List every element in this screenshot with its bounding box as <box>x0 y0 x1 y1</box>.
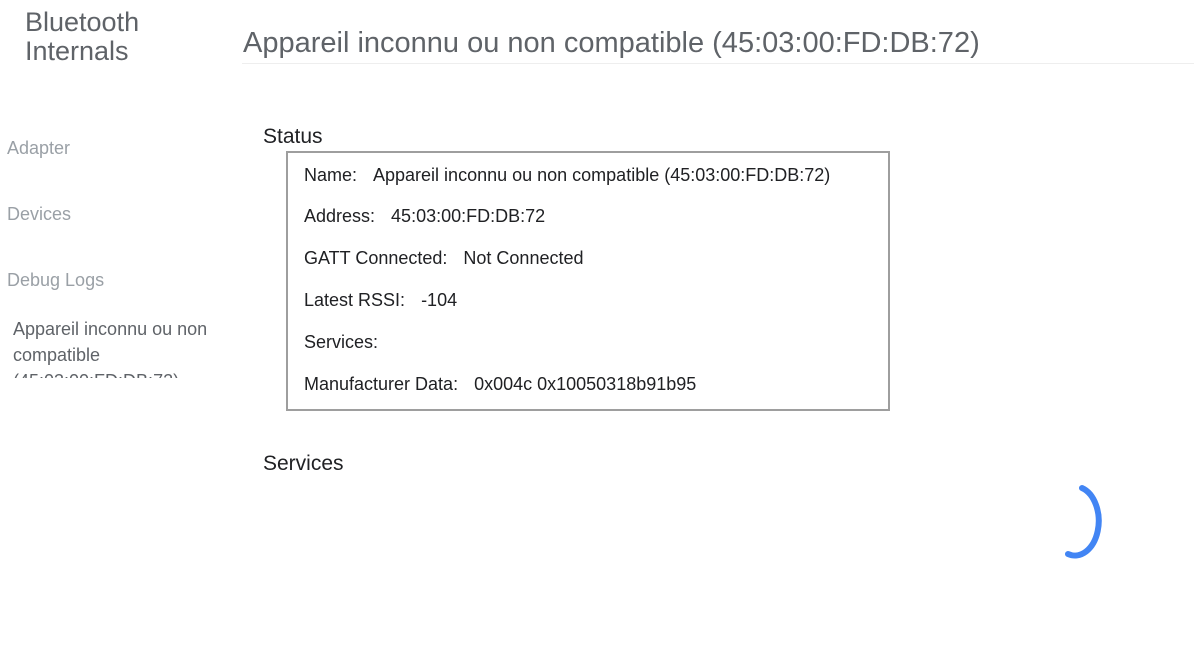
status-row-manufacturer-data: Manufacturer Data: 0x004c 0x10050318b91b9… <box>304 374 696 395</box>
status-label: Name: <box>304 165 358 185</box>
sidebar-title-line1: Bluetooth <box>25 7 140 37</box>
status-label: Manufacturer Data: <box>304 374 459 394</box>
status-value: Appareil inconnu ou non compatible (45:0… <box>373 165 831 185</box>
spinner-arc <box>1065 485 1102 559</box>
loading-spinner-icon <box>1062 482 1118 560</box>
status-label: Latest RSSI: <box>304 290 406 310</box>
sidebar-title-line2: Internals <box>25 36 129 66</box>
sidebar-item-debug-logs[interactable]: Debug Logs <box>7 270 104 291</box>
status-value: 0x004c 0x10050318b91b95 <box>474 374 697 394</box>
status-value: 45:03:00:FD:DB:72 <box>391 206 546 226</box>
status-label: Services: <box>304 332 379 352</box>
status-heading: Status <box>263 125 323 149</box>
status-value: -104 <box>421 290 458 310</box>
status-label: Address: <box>304 206 376 226</box>
status-value: Not Connected <box>463 248 584 268</box>
sidebar-item-current-device[interactable]: Appareil inconnu ou non compatible (45:0… <box>13 316 238 378</box>
status-row-services: Services: <box>304 332 394 353</box>
status-panel: Name: Appareil inconnu ou non compatible … <box>286 151 890 411</box>
bluetooth-internals-app: Bluetooth Internals Adapter Devices Debu… <box>0 0 1194 646</box>
sidebar-title: Bluetooth Internals <box>25 8 139 66</box>
sidebar-item-devices[interactable]: Devices <box>7 204 71 225</box>
page-title: Appareil inconnu ou non compatible (45:0… <box>243 27 980 60</box>
sidebar-item-adapter[interactable]: Adapter <box>7 138 70 159</box>
status-row-address: Address: 45:03:00:FD:DB:72 <box>304 206 545 227</box>
status-label: GATT Connected: <box>304 248 448 268</box>
sidebar: Bluetooth Internals Adapter Devices Debu… <box>0 0 242 646</box>
status-row-gatt-connected: GATT Connected: Not Connected <box>304 248 583 269</box>
status-row-name: Name: Appareil inconnu ou non compatible … <box>304 165 830 186</box>
services-heading: Services <box>263 452 344 476</box>
page-header: Appareil inconnu ou non compatible (45:0… <box>242 0 1194 64</box>
status-row-latest-rssi: Latest RSSI: -104 <box>304 290 457 311</box>
